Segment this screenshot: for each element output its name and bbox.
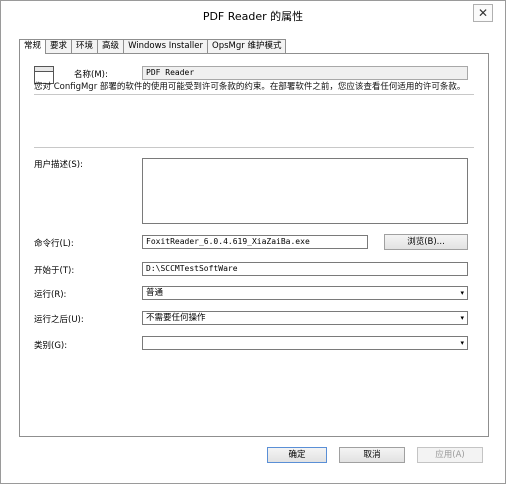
- start-in-input[interactable]: D:\SCCMTestSoftWare: [142, 262, 468, 276]
- after-run-select[interactable]: 不需要任何操作 ▾: [142, 311, 468, 325]
- chevron-down-icon: ▾: [460, 339, 464, 347]
- user-description-textarea[interactable]: [142, 158, 468, 224]
- after-run-value: 不需要任何操作: [146, 313, 206, 323]
- license-notice: 您对 ConfigMgr 部署的软件的使用可能受到许可条款的约束。在部署软件之前…: [34, 82, 466, 92]
- tab-opsmgr-maintenance[interactable]: OpsMgr 维护模式: [207, 39, 287, 53]
- command-line-label: 命令行(L):: [34, 239, 74, 249]
- ok-button[interactable]: 确定: [267, 447, 327, 463]
- separator: [34, 94, 474, 95]
- user-description-label: 用户描述(S):: [34, 160, 83, 170]
- tab-requirements[interactable]: 要求: [45, 39, 73, 53]
- tab-environment[interactable]: 环境: [71, 39, 99, 53]
- category-label: 类别(G):: [34, 341, 68, 351]
- apply-button[interactable]: 应用(A): [417, 447, 483, 463]
- chevron-down-icon: ▾: [460, 314, 464, 322]
- window-title: PDF Reader 的属性: [202, 10, 304, 23]
- tab-advanced[interactable]: 高级: [97, 39, 125, 53]
- close-icon[interactable]: ✕: [473, 4, 493, 22]
- name-label: 名称(M):: [74, 70, 108, 80]
- category-select[interactable]: ▾: [142, 336, 468, 350]
- properties-dialog: PDF Reader 的属性 ✕ 常规 要求 环境 高级 Windows Ins…: [0, 0, 506, 484]
- after-run-label: 运行之后(U):: [34, 315, 84, 325]
- name-field[interactable]: PDF Reader: [142, 66, 468, 80]
- tab-general[interactable]: 常规: [19, 39, 47, 54]
- chevron-down-icon: ▾: [460, 289, 464, 297]
- run-label: 运行(R):: [34, 290, 67, 300]
- run-mode-select[interactable]: 普通 ▾: [142, 286, 468, 300]
- general-tab-panel: 名称(M): PDF Reader 您对 ConfigMgr 部署的软件的使用可…: [19, 53, 489, 437]
- run-mode-value: 普通: [146, 288, 164, 298]
- tab-bar: 常规 要求 环境 高级 Windows Installer OpsMgr 维护模…: [19, 39, 287, 54]
- start-in-label: 开始于(T):: [34, 266, 75, 276]
- tab-windows-installer[interactable]: Windows Installer: [123, 39, 209, 53]
- command-line-input[interactable]: FoxitReader_6.0.4.619_XiaZaiBa.exe: [142, 235, 368, 249]
- browse-button[interactable]: 浏览(B)...: [384, 234, 468, 250]
- title-bar: PDF Reader 的属性 ✕: [1, 1, 505, 31]
- separator: [34, 147, 474, 148]
- cancel-button[interactable]: 取消: [339, 447, 405, 463]
